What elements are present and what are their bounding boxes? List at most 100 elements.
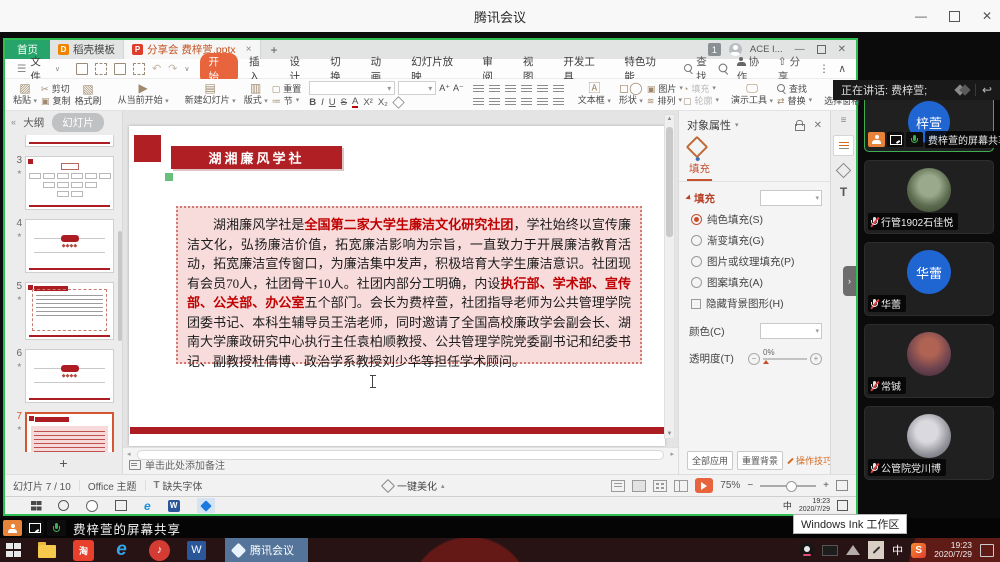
- file-explorer-icon[interactable]: [38, 545, 56, 558]
- taskbar-clock[interactable]: 19:232020/7/29: [934, 541, 972, 560]
- notes-placeholder[interactable]: 单击此处添加备注: [129, 457, 225, 472]
- participant-tile[interactable]: 行管1902石佳悦: [864, 160, 994, 234]
- remote-cortana-icon[interactable]: [86, 500, 98, 512]
- find-button[interactable]: 查找: [777, 84, 812, 94]
- textbox-button[interactable]: 🄰文本框 ▾: [574, 83, 615, 107]
- participant-tile[interactable]: 公管院党川博: [864, 406, 994, 480]
- undo-icon[interactable]: ↶: [152, 62, 161, 75]
- fill-preset-combo[interactable]: ▾: [760, 190, 822, 206]
- participant-tile[interactable]: 华蕾 华蕾: [864, 242, 994, 316]
- grow-font-button[interactable]: A⁺: [439, 81, 450, 95]
- redo-icon[interactable]: ↷: [168, 62, 177, 75]
- copy-button[interactable]: ▣复制: [41, 96, 71, 106]
- columns-icon[interactable]: [553, 97, 564, 105]
- picture-button[interactable]: ▣图片 ▾: [647, 84, 683, 94]
- format-painter-button[interactable]: ▧格式刷: [71, 84, 106, 106]
- tips-link[interactable]: 操作技巧: [787, 454, 832, 467]
- hide-background-checkbox[interactable]: 隐藏背景图形(H): [687, 296, 822, 311]
- thumbnail-slide-4[interactable]: ◆◆◆◆: [25, 219, 114, 273]
- slide-body-textbox[interactable]: 湖湘廉风学社是全国第二家大学生廉洁文化研究社团，学社始终以宣传廉洁文化，弘扬廉洁…: [176, 206, 642, 364]
- collapse-ribbon-icon[interactable]: ∧: [838, 63, 846, 75]
- participant-tile[interactable]: 梓萱 费梓萱的屏幕共享: [864, 96, 994, 152]
- thumbnail-slide-2-partial[interactable]: [25, 135, 114, 147]
- selection-handle[interactable]: [164, 172, 174, 182]
- assistant-icon[interactable]: [719, 64, 729, 74]
- decrease-icon[interactable]: −: [748, 353, 760, 365]
- fit-slide-icon[interactable]: [836, 480, 848, 491]
- section-button[interactable]: ≔节 ▾: [272, 96, 302, 106]
- fill-option-radio[interactable]: 渐变填充(G): [687, 233, 822, 248]
- close-icon[interactable]: ✕: [982, 9, 992, 23]
- ime-indicator[interactable]: 中: [892, 542, 903, 558]
- remote-edge-icon[interactable]: e: [144, 501, 151, 511]
- fill-option-radio[interactable]: 图片或纹理填充(P): [687, 254, 822, 269]
- decrease-indent-icon[interactable]: [505, 84, 516, 92]
- participant-tile[interactable]: 常铖: [864, 324, 994, 398]
- close-panel-icon[interactable]: ✕: [814, 120, 822, 131]
- zoom-out-icon[interactable]: −: [747, 480, 753, 491]
- add-slide-button[interactable]: +: [5, 452, 122, 474]
- minimize-icon[interactable]: —: [915, 9, 927, 23]
- color-combo[interactable]: ▾: [760, 323, 822, 339]
- start-button[interactable]: [6, 543, 21, 558]
- view-outline-icon[interactable]: [611, 480, 625, 492]
- play-from-current-button[interactable]: ▶从当前开始 ▾: [114, 83, 173, 107]
- windows-ink-icon[interactable]: [868, 541, 884, 559]
- theme-name[interactable]: Office 主题: [88, 478, 137, 493]
- thumbnail-slide-7-selected[interactable]: [25, 412, 114, 452]
- netease-music-icon[interactable]: ♪: [149, 540, 170, 561]
- remote-word-icon[interactable]: W: [168, 500, 180, 512]
- zoom-slider[interactable]: [760, 485, 816, 487]
- view-reading-icon[interactable]: [674, 480, 688, 492]
- restore-icon[interactable]: [949, 11, 960, 22]
- return-arrow-icon[interactable]: ↩: [982, 83, 992, 97]
- zoom-slider-thumb[interactable]: [786, 481, 797, 492]
- font-color-button[interactable]: A: [352, 97, 358, 108]
- numbering-icon[interactable]: [489, 84, 500, 92]
- save-icon[interactable]: [76, 63, 88, 75]
- pin-panel-icon[interactable]: [795, 120, 804, 130]
- preview-icon[interactable]: [133, 63, 145, 75]
- zoom-value[interactable]: 75%: [720, 480, 740, 491]
- replace-button[interactable]: ⇄替换 ▾: [777, 96, 812, 106]
- remote-ime-indicator[interactable]: 中: [783, 499, 792, 512]
- underline-button[interactable]: U: [329, 97, 336, 108]
- align-center-icon[interactable]: [489, 97, 500, 105]
- paste-button[interactable]: ▨粘贴 ▾: [9, 83, 41, 107]
- shrink-font-button[interactable]: A⁻: [453, 81, 464, 95]
- remote-notification-icon[interactable]: [837, 500, 848, 511]
- thumbnail-slide-6[interactable]: ◆◆◆◆: [25, 349, 114, 403]
- slides-tab[interactable]: 幻灯片: [52, 113, 104, 132]
- cut-button[interactable]: ✂剪切: [41, 84, 71, 94]
- remote-meeting-icon[interactable]: [197, 498, 215, 513]
- properties-tool-icon[interactable]: [833, 135, 854, 156]
- print-icon[interactable]: [114, 63, 126, 75]
- fill-button[interactable]: ◔填充 ▾: [683, 84, 719, 94]
- more-menu-icon[interactable]: ⋮: [819, 63, 830, 75]
- slide[interactable]: 湖湘廉风学社 湖湘廉风学社是全国第二家大学生廉洁文化研究社团，学社始终以宣传廉洁…: [129, 126, 665, 446]
- shapes-button[interactable]: ◻◯形状 ▾: [615, 83, 647, 107]
- increase-indent-icon[interactable]: [521, 84, 532, 92]
- apply-all-button[interactable]: 全部应用: [687, 451, 733, 470]
- clear-format-icon[interactable]: [392, 96, 404, 108]
- new-slide-button[interactable]: ▤新建幻灯片 ▾: [181, 83, 240, 107]
- output-icon[interactable]: [95, 63, 107, 75]
- text-direction-icon[interactable]: [553, 84, 564, 92]
- slideshow-play-button[interactable]: [695, 478, 713, 493]
- line-spacing-icon[interactable]: [537, 84, 548, 92]
- arrange-button[interactable]: ≋排列 ▾: [647, 96, 683, 106]
- remote-search-icon[interactable]: [58, 500, 69, 511]
- thumbnail-slide-5[interactable]: [25, 282, 114, 340]
- meeting-taskbar-button[interactable]: 腾讯会议: [225, 538, 308, 562]
- remote-start-icon[interactable]: [31, 501, 41, 511]
- slide-canvas[interactable]: 湖湘廉风学社 湖湘廉风学社是全国第二家大学生廉洁文化研究社团，学社始终以宣传廉洁…: [123, 111, 678, 447]
- text-tool-icon[interactable]: T: [840, 185, 847, 199]
- align-left-icon[interactable]: [473, 97, 484, 105]
- distribute-icon[interactable]: [537, 97, 548, 105]
- quickbar-dropdown-icon[interactable]: ∨: [184, 65, 189, 73]
- layout-button[interactable]: ▥版式 ▾: [240, 83, 272, 107]
- reset-button[interactable]: ▢重置: [272, 84, 302, 94]
- font-name-combo[interactable]: ▾: [309, 81, 395, 95]
- superscript-button[interactable]: X²: [363, 97, 373, 108]
- subscript-button[interactable]: X₂: [378, 97, 388, 108]
